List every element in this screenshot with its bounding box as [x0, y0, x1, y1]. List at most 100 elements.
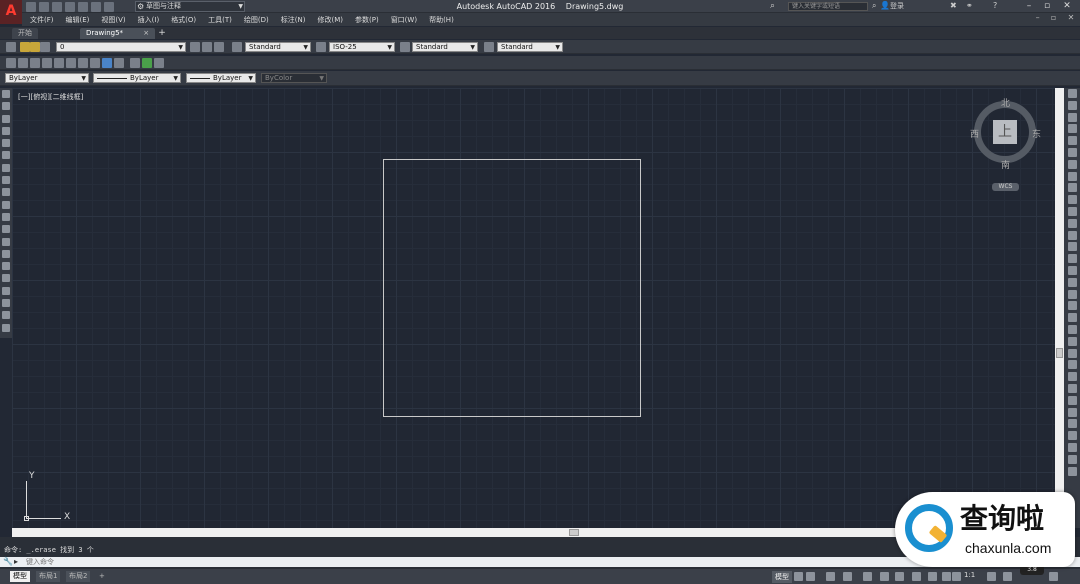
search-icon[interactable]: ⌕	[872, 1, 876, 11]
snap-icon[interactable]	[806, 572, 815, 581]
construction-line-icon[interactable]	[2, 102, 10, 111]
join-icon[interactable]	[1067, 242, 1077, 252]
recent-commands-icon[interactable]: ▸	[14, 557, 18, 567]
plotstyle-dropdown[interactable]: ByColor ▼	[261, 73, 327, 83]
layer-properties-icon[interactable]	[6, 42, 16, 52]
trim-icon[interactable]	[1067, 195, 1077, 205]
lineweight-dropdown[interactable]: ByLayer ▼	[186, 73, 256, 83]
user-icon[interactable]: 👤	[880, 1, 890, 10]
copy-icon[interactable]	[1067, 100, 1077, 110]
save-as-icon[interactable]	[65, 1, 75, 12]
table-style-icon[interactable]	[400, 42, 410, 52]
mirror-icon[interactable]	[1067, 112, 1077, 122]
text-style-icon[interactable]	[232, 42, 242, 52]
blend-curves-icon[interactable]	[1067, 277, 1077, 287]
ortho-icon[interactable]	[826, 572, 835, 581]
stretch-icon[interactable]	[1067, 183, 1077, 193]
menu-insert[interactable]: 插入(I)	[138, 15, 160, 25]
add-layout-button[interactable]: +	[96, 571, 108, 582]
model-space-button[interactable]: 模型	[772, 571, 792, 583]
polygon-icon[interactable]	[2, 126, 10, 135]
osnap-parallel-icon[interactable]	[1067, 407, 1077, 417]
osnap-endpoint-icon[interactable]	[1067, 301, 1077, 311]
menu-edit[interactable]: 编辑(E)	[66, 15, 90, 25]
new-tab-button[interactable]: +	[155, 28, 169, 38]
add-selected-icon[interactable]	[2, 323, 10, 332]
make-block-icon[interactable]	[2, 237, 10, 246]
command-input[interactable]	[26, 557, 826, 567]
annotation-monitor-icon[interactable]	[1003, 572, 1012, 581]
workspace-dropdown[interactable]: 草图与注释 ▼	[135, 1, 245, 12]
exchange-icon[interactable]: ✖	[950, 1, 957, 10]
save-icon[interactable]	[52, 1, 62, 12]
explode-icon[interactable]	[1067, 289, 1077, 299]
scale-text-icon[interactable]	[78, 58, 88, 68]
osnap-center-icon[interactable]	[1067, 360, 1077, 370]
wcs-menu[interactable]: WCS	[992, 183, 1019, 191]
mtext-icon[interactable]	[2, 311, 10, 320]
mtext-icon[interactable]	[6, 58, 16, 68]
tab-model[interactable]: 模型	[10, 571, 30, 582]
dim-style-dropdown[interactable]: ISO-25 ▼	[329, 42, 395, 52]
hatch-icon[interactable]	[2, 262, 10, 271]
multileader-style-icon[interactable]	[484, 42, 494, 52]
spell-check-icon[interactable]	[54, 58, 64, 68]
ellipse-icon[interactable]	[2, 200, 10, 209]
table-style-dropdown[interactable]: Standard ▼	[412, 42, 478, 52]
customize-icon[interactable]: 🔧	[3, 557, 13, 567]
scale-icon[interactable]	[1067, 171, 1077, 181]
insert-block-icon[interactable]	[2, 225, 10, 234]
doc-close-icon[interactable]: ✕	[1068, 13, 1075, 26]
auto-scale-icon[interactable]	[942, 572, 951, 581]
menu-help[interactable]: 帮助(H)	[429, 15, 454, 25]
revision-cloud-icon[interactable]	[2, 176, 10, 185]
customization-icon[interactable]	[1049, 572, 1058, 581]
chamfer-icon[interactable]	[1067, 254, 1077, 264]
extend-icon[interactable]	[1067, 206, 1077, 216]
application-menu-button[interactable]: A	[0, 0, 22, 24]
edit-text-icon[interactable]	[30, 58, 40, 68]
arc-icon[interactable]	[2, 151, 10, 160]
polyline-icon[interactable]	[2, 114, 10, 123]
annotation-visibility-icon[interactable]	[928, 572, 937, 581]
erase-icon[interactable]	[1067, 89, 1077, 98]
menu-dimension[interactable]: 标注(N)	[281, 15, 306, 25]
osnap-perpendicular-icon[interactable]	[1067, 395, 1077, 405]
osnap-quadrant-icon[interactable]	[1067, 372, 1077, 382]
break-at-point-icon[interactable]	[1067, 218, 1077, 228]
ellipse-arc-icon[interactable]	[2, 212, 10, 221]
osnap-insert-icon[interactable]	[1067, 419, 1077, 429]
menu-modify[interactable]: 修改(M)	[317, 15, 343, 25]
menu-view[interactable]: 视图(V)	[101, 15, 125, 25]
offset-icon[interactable]	[1067, 124, 1077, 134]
text-style-dropdown[interactable]: Standard ▼	[245, 42, 311, 52]
osnap-nearest-icon[interactable]	[1067, 442, 1077, 452]
viewport-controls[interactable]: [一][俯视][二维线框]	[18, 92, 83, 102]
menu-draw[interactable]: 绘图(D)	[244, 15, 269, 25]
tab-drawing5[interactable]: Drawing5* ×	[80, 28, 156, 39]
layer-dropdown[interactable]: 0 ▼	[56, 42, 186, 52]
color-dropdown[interactable]: ByLayer ▼	[5, 73, 89, 83]
grid-icon[interactable]	[794, 572, 803, 581]
menu-parametric[interactable]: 参数(P)	[355, 15, 379, 25]
osnap-node-icon[interactable]	[1067, 431, 1077, 441]
menu-window[interactable]: 窗口(W)	[391, 15, 417, 25]
isodraft-icon[interactable]	[863, 572, 872, 581]
viewcube[interactable]: 上 北 南 西 东	[970, 97, 1041, 171]
viewcube-top-face[interactable]: 上	[993, 120, 1017, 144]
gradient-icon[interactable]	[2, 274, 10, 283]
menu-format[interactable]: 格式(O)	[171, 15, 196, 25]
lock-icon[interactable]	[40, 42, 50, 52]
tab-start[interactable]: 开始	[12, 28, 38, 39]
text-frame-icon[interactable]	[114, 58, 124, 68]
tab-layout2[interactable]: 布局2	[66, 571, 91, 582]
osnap-midpoint-icon[interactable]	[1067, 313, 1077, 323]
convert-space-icon[interactable]	[102, 58, 112, 68]
osnap-extension-icon[interactable]	[1067, 348, 1077, 358]
multileader-style-dropdown[interactable]: Standard ▼	[497, 42, 563, 52]
tab-layout1[interactable]: 布局1	[36, 571, 61, 582]
polar-icon[interactable]	[843, 572, 852, 581]
spline-icon[interactable]	[2, 188, 10, 197]
close-icon[interactable]: ✕	[1060, 0, 1074, 12]
layer-match-icon[interactable]	[214, 42, 224, 52]
